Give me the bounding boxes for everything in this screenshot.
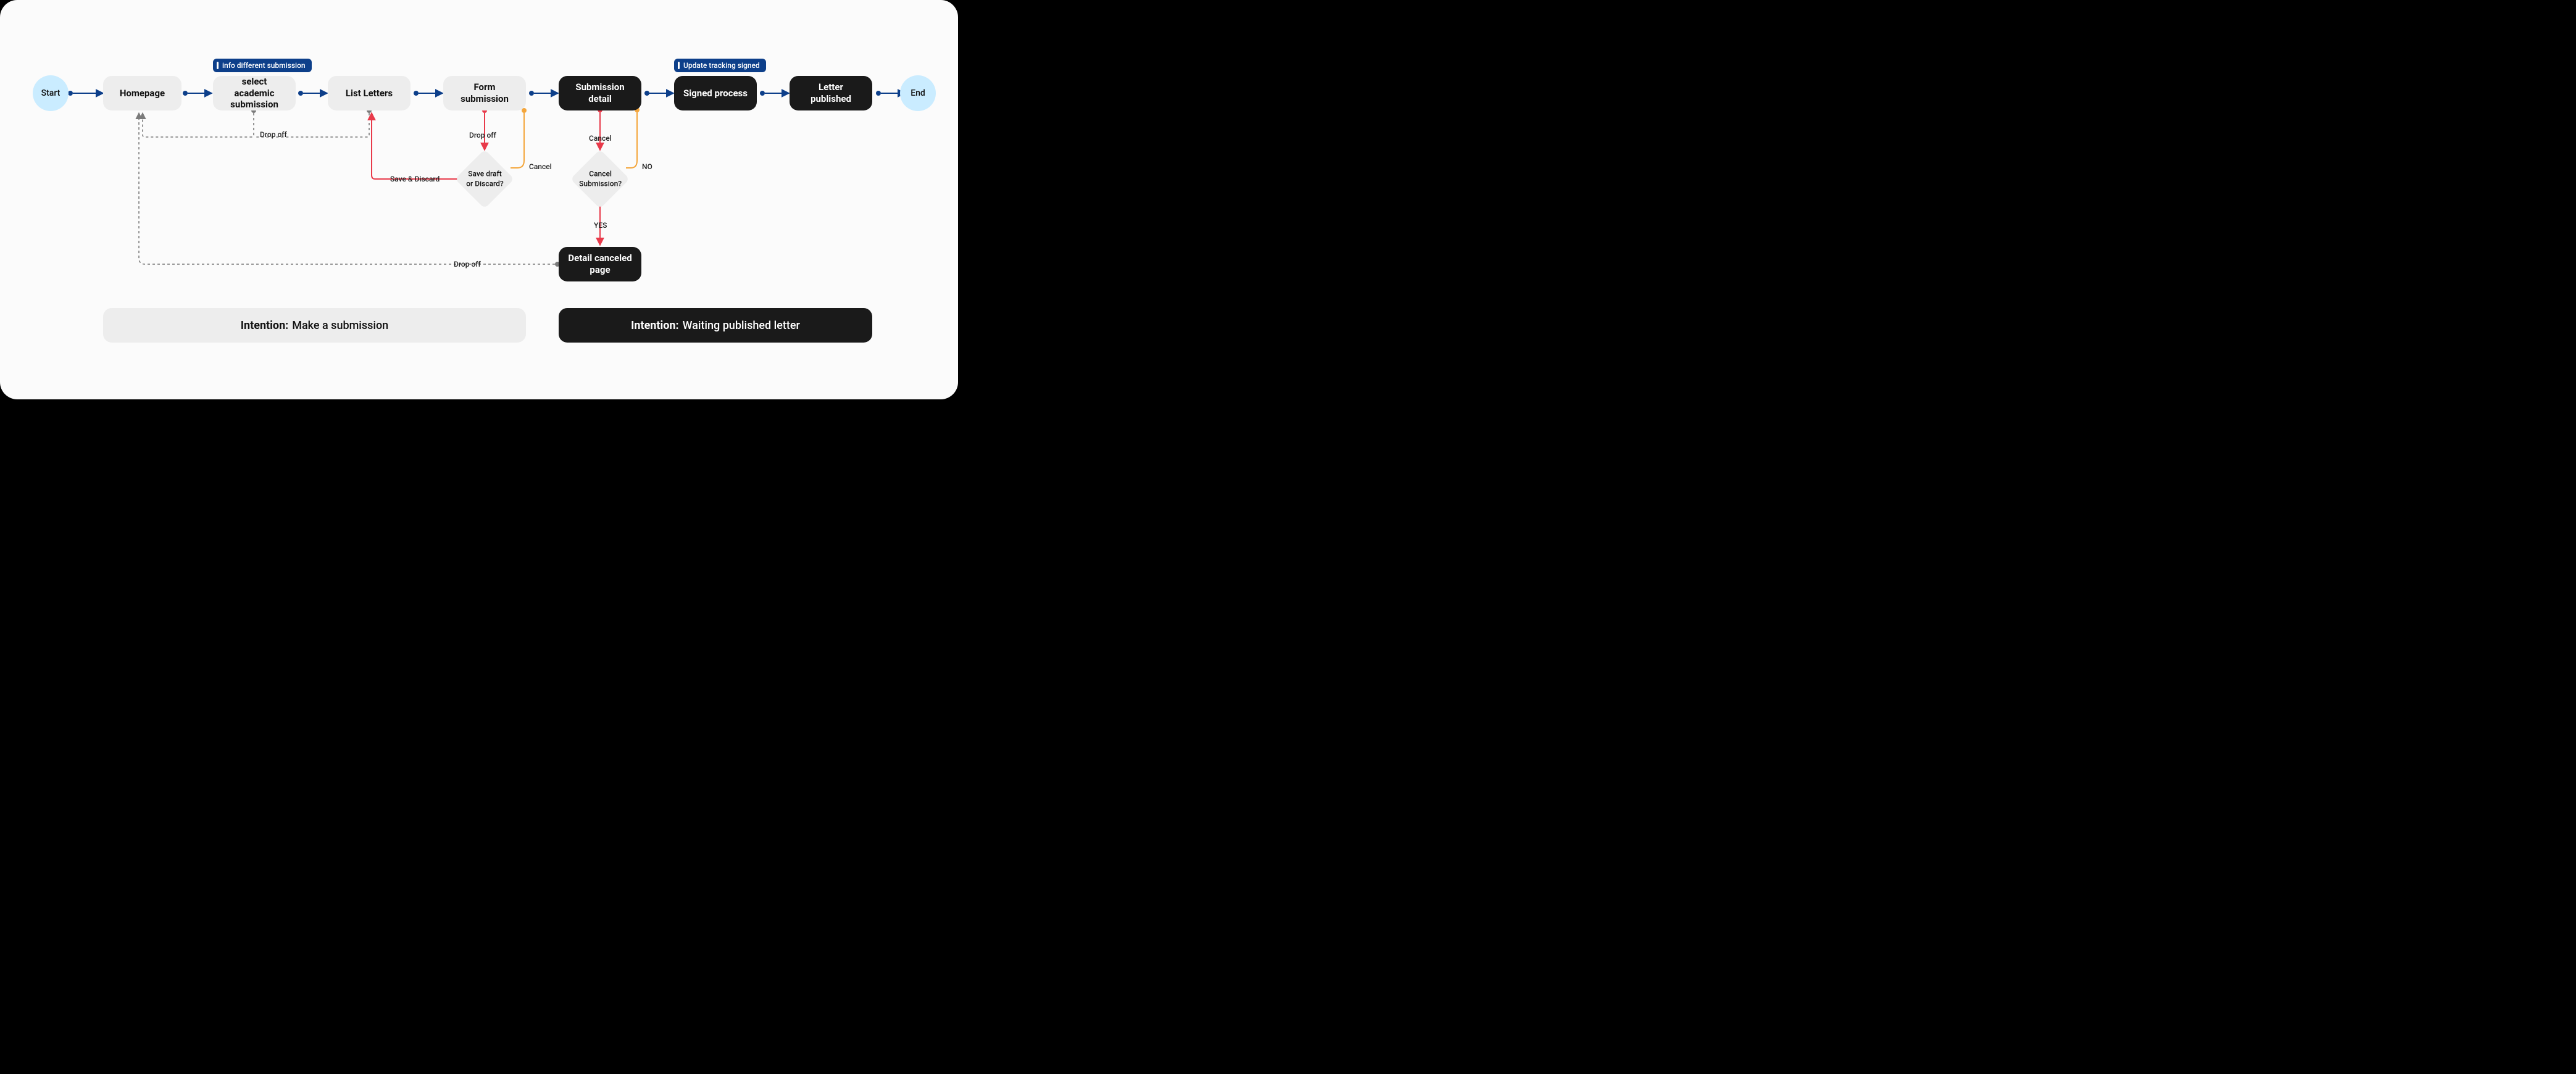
decision-save-draft: Save draft or Discard?	[455, 149, 514, 209]
node-form-label: Form submission	[452, 81, 517, 105]
node-letter-published: Letter published	[790, 76, 872, 110]
node-signed-label: Signed process	[683, 88, 748, 99]
intention-make-submission: Intention: Make a submission	[103, 308, 526, 343]
node-list-letters-label: List Letters	[346, 88, 393, 99]
intention-left-key: Intention:	[241, 319, 288, 332]
decision-cancel-submission: Cancel Submission?	[570, 149, 630, 209]
intention-right-key: Intention:	[631, 319, 678, 332]
label-yes: YES	[594, 221, 607, 230]
node-homepage: Homepage	[103, 76, 181, 110]
label-dropoff-canceled: Drop off	[454, 260, 481, 268]
node-canceled-label: Detail canceled page	[567, 252, 633, 276]
label-save-discard: Save & Discard	[390, 175, 440, 183]
label-no: NO	[642, 162, 652, 171]
tag-info-submission: info different submission	[213, 59, 312, 72]
decision-cancel-label: Cancel Submission?	[579, 169, 622, 188]
intention-waiting-published: Intention: Waiting published letter	[559, 308, 872, 343]
node-subdetail-label: Submission detail	[567, 81, 633, 105]
tag-update-tracking-label: Update tracking signed	[683, 61, 760, 70]
intention-right-val: Waiting published letter	[683, 319, 800, 332]
tag-update-tracking: Update tracking signed	[674, 59, 766, 72]
terminal-start: Start	[33, 75, 69, 111]
tag-info-submission-label: info different submission	[222, 61, 306, 70]
node-list-letters: List Letters	[328, 76, 411, 110]
node-published-label: Letter published	[798, 81, 864, 105]
intention-left-val: Make a submission	[292, 319, 388, 332]
label-cancel-sub: Cancel	[589, 134, 612, 143]
terminal-end: End	[900, 75, 936, 111]
flow-canvas: Start End info different submission Upda…	[0, 0, 958, 399]
label-dropoff-select: Drop off	[260, 130, 287, 139]
node-signed-process: Signed process	[674, 76, 757, 110]
terminal-end-label: End	[911, 88, 925, 98]
node-detail-canceled: Detail canceled page	[559, 247, 641, 281]
node-select-academic: select academic submission	[213, 76, 296, 110]
terminal-start-label: Start	[41, 88, 60, 98]
node-form-submission: Form submission	[443, 76, 526, 110]
node-homepage-label: Homepage	[120, 88, 165, 99]
label-cancel-form: Cancel	[529, 162, 552, 171]
node-submission-detail: Submission detail	[559, 76, 641, 110]
label-dropoff-form: Drop off	[469, 131, 496, 139]
node-select-label: select academic submission	[222, 76, 287, 110]
decision-save-label: Save draft or Discard?	[466, 169, 504, 188]
